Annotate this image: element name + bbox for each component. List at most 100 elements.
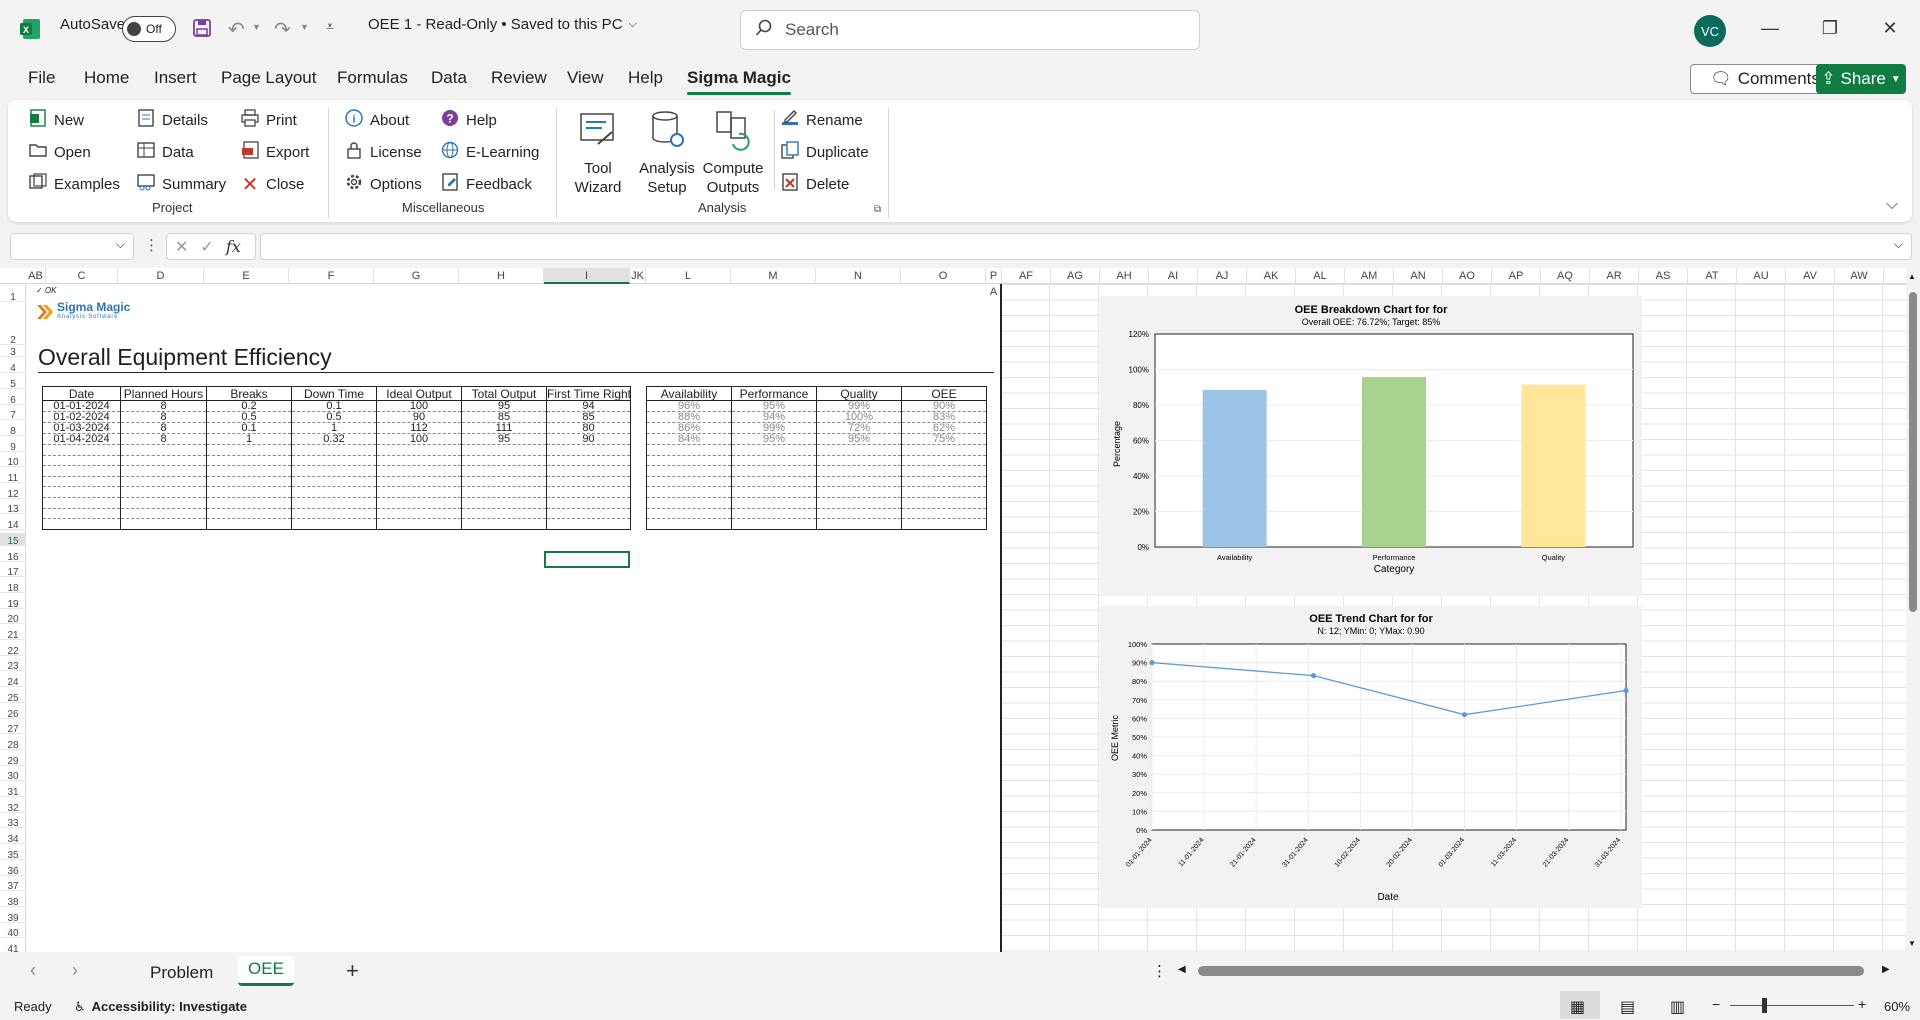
redo-dropdown-icon[interactable]: ▼ (300, 22, 309, 32)
examples-button[interactable]: Examples (28, 172, 120, 196)
table-cell[interactable] (291, 476, 377, 488)
row-header[interactable]: 27 (0, 721, 26, 735)
row-header[interactable]: 7 (0, 407, 26, 421)
export-button[interactable]: Export (240, 140, 309, 164)
table-cell[interactable] (646, 444, 732, 456)
row-header[interactable]: 10 (0, 454, 26, 468)
table-cell[interactable]: 90% (901, 400, 987, 412)
row-header[interactable]: 33 (0, 815, 26, 829)
table-cell[interactable] (291, 518, 377, 530)
menu-data[interactable]: Data (431, 68, 467, 88)
zoom-slider-track[interactable] (1730, 1005, 1854, 1006)
about-button[interactable]: i About (344, 108, 409, 132)
customize-qat-icon[interactable]: ⩡ (326, 18, 334, 35)
row-header[interactable]: 14 (0, 517, 26, 531)
output-table[interactable]: Availability Performance Quality OEE 96% 95%… (646, 386, 987, 530)
menu-sigma-magic[interactable]: Sigma Magic (687, 68, 791, 95)
table-cell[interactable] (731, 476, 817, 488)
table-cell[interactable] (42, 497, 121, 509)
row-header[interactable]: 20 (0, 611, 26, 625)
table-cell[interactable]: 90 (376, 411, 462, 423)
options-button[interactable]: Options (344, 172, 422, 196)
row-header[interactable]: 3 (0, 347, 26, 358)
scroll-up-icon[interactable]: ▲ (1908, 272, 1916, 281)
col-header[interactable]: AN (1394, 268, 1443, 284)
row-header[interactable]: 32 (0, 800, 26, 814)
table-cell[interactable]: 85 (461, 411, 547, 423)
col-header[interactable]: AK (1247, 268, 1296, 284)
search-box[interactable]: Search (740, 10, 1200, 50)
table-cell[interactable] (120, 497, 207, 509)
table-cell[interactable]: 1 (291, 422, 377, 434)
col-header[interactable]: AI (1149, 268, 1198, 284)
col-header[interactable]: M (731, 268, 816, 284)
col-header[interactable]: P A (986, 268, 1002, 298)
row-header[interactable]: 21 (0, 627, 26, 641)
row-header[interactable]: 26 (0, 706, 26, 720)
table-cell[interactable]: 75% (901, 433, 987, 445)
row-header[interactable]: 30 (0, 768, 26, 782)
table-cell[interactable] (816, 508, 902, 520)
table-cell[interactable] (901, 518, 987, 530)
input-table[interactable]: Date Planned Hours Breaks Down Time Ideal Ou… (42, 386, 631, 530)
table-cell[interactable] (461, 455, 547, 467)
menu-view[interactable]: View (567, 68, 604, 88)
table-cell[interactable] (376, 518, 462, 530)
table-cell[interactable] (901, 444, 987, 456)
table-cell[interactable]: 94% (731, 411, 817, 423)
table-cell[interactable]: 96% (646, 400, 732, 412)
table-cell[interactable]: 83% (901, 411, 987, 423)
row-header[interactable]: 2 (0, 305, 26, 346)
table-cell[interactable]: 80 (546, 422, 631, 434)
menu-help[interactable]: Help (628, 68, 663, 88)
col-header[interactable]: AB (26, 268, 46, 284)
table-cell[interactable]: 100 (376, 433, 462, 445)
table-cell[interactable]: 62% (901, 422, 987, 434)
row-header[interactable]: 35 (0, 847, 26, 861)
table-cell[interactable] (206, 518, 292, 530)
autosave-toggle[interactable]: Off (122, 16, 176, 42)
col-header[interactable]: AF (1002, 268, 1051, 284)
col-header[interactable]: AW (1835, 268, 1884, 284)
table-cell[interactable] (731, 508, 817, 520)
tool-wizard-button[interactable]: Tool Wizard (568, 108, 628, 197)
table-cell[interactable] (291, 444, 377, 456)
table-cell[interactable]: 95% (731, 400, 817, 412)
table-cell[interactable] (546, 508, 631, 520)
table-cell[interactable] (731, 497, 817, 509)
table-cell[interactable] (291, 508, 377, 520)
row-header[interactable]: 13 (0, 501, 26, 515)
row-header[interactable]: 8 (0, 423, 26, 437)
table-cell[interactable] (901, 486, 987, 498)
table-cell[interactable] (376, 508, 462, 520)
menu-file[interactable]: File (28, 68, 55, 88)
enter-icon[interactable]: ✓ (200, 237, 213, 257)
table-cell[interactable] (120, 476, 207, 488)
table-cell[interactable] (120, 486, 207, 498)
table-cell[interactable] (901, 476, 987, 488)
table-cell[interactable]: 0.2 (206, 400, 292, 412)
table-cell[interactable]: 85 (546, 411, 631, 423)
help-button[interactable]: ? Help (440, 108, 497, 132)
table-cell[interactable] (646, 465, 732, 477)
table-cell[interactable] (376, 486, 462, 498)
ribbon-collapse-icon[interactable]: ⌵ (1886, 196, 1898, 214)
more-options-icon[interactable]: ⋮ (1152, 962, 1167, 980)
col-header[interactable]: O (901, 268, 986, 284)
table-cell[interactable] (461, 518, 547, 530)
new-button[interactable]: New (28, 108, 84, 132)
zoom-slider-thumb[interactable] (1762, 998, 1767, 1013)
row-header[interactable]: 11 (0, 470, 26, 484)
col-header[interactable]: AH (1100, 268, 1149, 284)
col-header[interactable]: D (118, 268, 204, 284)
elearning-button[interactable]: E-Learning (440, 140, 539, 164)
row-header[interactable]: 24 (0, 674, 26, 688)
table-cell[interactable]: 84% (646, 433, 732, 445)
table-cell[interactable] (546, 444, 631, 456)
table-cell[interactable] (816, 486, 902, 498)
col-header[interactable]: AS (1639, 268, 1688, 284)
more-options-icon[interactable]: ⋮ (144, 236, 159, 254)
next-sheet-icon[interactable]: › (72, 960, 78, 981)
summary-button[interactable]: Summary (136, 172, 226, 196)
table-cell[interactable]: 0.1 (291, 400, 377, 412)
